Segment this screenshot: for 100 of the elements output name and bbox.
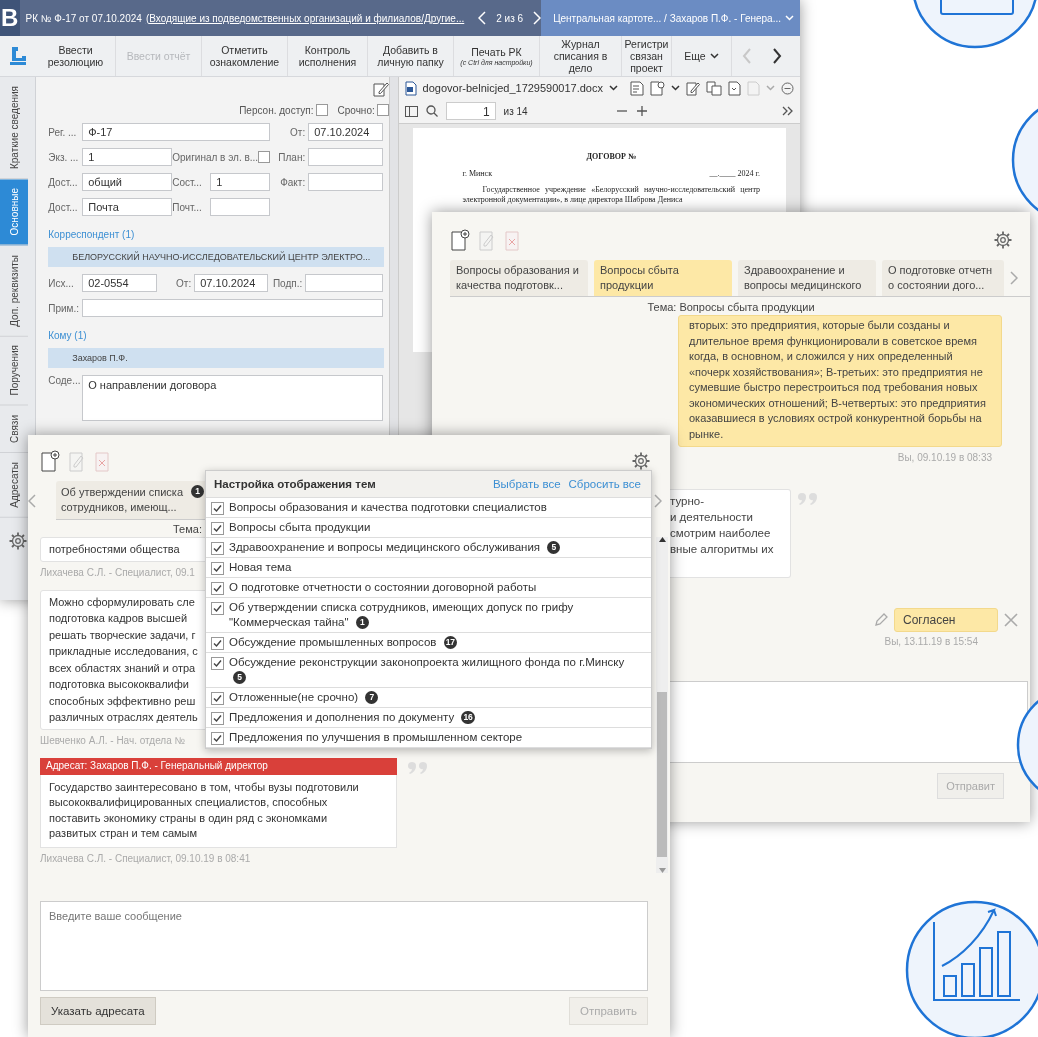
addressee-button[interactable]: Указать адресата — [40, 997, 156, 1025]
menu-button[interactable]: Еще — [672, 36, 732, 76]
topic-option[interactable]: Об утверждении списка сотрудников, имеющих допуск по грифу "Коммерческая тайна" 1 — [229, 600, 643, 630]
topic-option[interactable]: Новая тема — [229, 560, 292, 575]
toolbar-button[interactable]: Ввести резолюцию — [36, 36, 116, 76]
settings-icon[interactable] — [8, 531, 27, 550]
topic-option[interactable]: Предложения по улучшения в промышленном секторе — [229, 730, 523, 745]
text-field[interactable]: 02-0554 — [82, 274, 158, 292]
double-chevron-icon[interactable] — [782, 106, 794, 116]
topic-tab[interactable]: Здравоохранение и вопросы медицинского — [738, 260, 876, 296]
text-field[interactable]: 07.10.2024 — [308, 123, 384, 141]
checkbox[interactable] — [211, 692, 224, 705]
topic-tab[interactable]: О подготовке отчетн о состоянии дого... — [882, 260, 1004, 296]
field-label: Сост... — [172, 176, 203, 188]
message-bubble: вторых: это предприятия, которые были созданы и длительное время функционировали в советское время когда, в основном, и сложился у них определенный «почерк хозяйствования»; В-третьих: это предприятия не сумевшие быстро перестроиться под требования новых экономических отношений; В-четвертых: это предприятия оказавшиеся в условиях острой конкурентной борьбы на рынке. — [678, 315, 1002, 447]
topic-option[interactable]: Предложения и дополнения по документу 16 — [229, 710, 475, 725]
checkbox[interactable] — [211, 542, 224, 555]
topic-option[interactable]: Обсуждение промышленных вопросов 17 — [229, 635, 458, 650]
new-document-icon[interactable] — [40, 450, 60, 472]
checkbox[interactable] — [211, 602, 224, 615]
topic-option[interactable]: Здравоохранение и вопросы медицинского обслуживания 5 — [229, 540, 561, 555]
checkbox[interactable] — [211, 502, 224, 515]
checkbox[interactable] — [258, 151, 271, 163]
topic-tab[interactable]: Вопросы образования и качества подготовк... — [450, 260, 588, 296]
checkbox[interactable] — [211, 732, 224, 745]
topic-tab[interactable]: Вопросы сбыта продукции — [594, 260, 732, 296]
settings-icon[interactable] — [632, 452, 650, 470]
text-area[interactable]: О направлении договора — [82, 375, 384, 421]
message-text: Можно сформулировать сле подготовка кадров высшей решать творческие задачи, г прикладные исследования, с всех областях знаний и отра подготовка высококвалифи способных эффективно реш различных отраслях деятель — [49, 594, 198, 725]
topic-label: Тема: Вопросы сбыта продукции — [647, 301, 815, 313]
zoom-in-icon[interactable] — [635, 105, 648, 117]
count-badge: 17 — [443, 636, 458, 650]
text-field[interactable]: 1 — [82, 148, 173, 166]
caret-icon[interactable] — [609, 85, 618, 91]
chevron-right-icon — [772, 48, 782, 64]
topic-option[interactable]: Вопросы образования и качества подготовки специалистов — [229, 500, 547, 515]
page-icon[interactable] — [728, 80, 741, 96]
toolbar-button[interactable]: Журнал списания в дело — [540, 36, 622, 76]
message-field[interactable]: Введите ваше сообщение — [40, 901, 648, 991]
topic-option[interactable]: О подготовке отчетности о состоянии договорной работы — [229, 580, 537, 595]
message-text: потребностями общества — [49, 542, 180, 557]
side-tab[interactable]: Поручения — [0, 336, 28, 406]
settings-icon[interactable] — [994, 231, 1012, 249]
edit-icon[interactable] — [686, 80, 700, 96]
field-label: Факт: — [279, 176, 307, 188]
addressee-header: Адресат: Захаров П.Ф. - Генеральный директор — [40, 757, 397, 775]
field-label: Рег. ... — [48, 126, 78, 138]
caret-icon[interactable] — [671, 85, 680, 91]
topic-tab[interactable]: Об утверждении списка сотрудников, имеющ... 1 — [56, 481, 208, 519]
minus-circle-icon[interactable] — [781, 81, 794, 95]
field-label: Почт... — [172, 201, 203, 213]
topic-option[interactable]: Вопросы сбыта продукции — [229, 520, 371, 535]
field-label: Дост... — [48, 176, 79, 188]
checkbox[interactable] — [211, 712, 224, 725]
category-link[interactable]: (Входящие из подведомственных организаций и филиалов/Другие... — [145, 12, 465, 24]
checkbox[interactable] — [211, 562, 224, 575]
caret-icon[interactable] — [709, 53, 719, 59]
text-field[interactable]: общий — [82, 173, 173, 191]
toolbar-button[interactable]: Добавить в личную папку — [368, 36, 454, 76]
document-heading: ДОГОВОР № — [585, 152, 637, 161]
breadcrumb-text: Центральная картоте... / Захаров П.Ф. - Генера... — [553, 12, 781, 24]
new-page-icon[interactable] — [650, 80, 665, 96]
count-badge: 16 — [461, 711, 475, 725]
side-tab[interactable]: Основные — [0, 179, 28, 246]
text-field[interactable]: Ф-17 — [82, 123, 271, 141]
topic-option[interactable]: Отложенные(не срочно) 7 — [229, 690, 379, 705]
list-row[interactable]: БЕЛОРУССКИЙ НАУЧНО-ИССЛЕДОВАТЕЛЬСКИЙ ЦЕНТР ЭЛЕКТРО... — [48, 247, 385, 267]
checkbox[interactable] — [315, 104, 328, 116]
toolbar-button[interactable]: Контроль исполнения — [288, 36, 368, 76]
toolbar-button[interactable]: Отметить ознакомление — [202, 36, 288, 76]
text-field[interactable] — [308, 148, 384, 166]
checkbox[interactable] — [376, 104, 389, 116]
text-field[interactable] — [82, 299, 384, 317]
text-field[interactable] — [210, 198, 271, 216]
docx-file-icon — [404, 80, 417, 96]
message-bubble: турно- и деятельности смотрим наиболее вные алгоритмы их — [670, 489, 791, 578]
checkbox[interactable] — [211, 657, 224, 670]
side-tab[interactable]: Краткие сведения — [0, 77, 28, 180]
text-field[interactable]: 1 — [210, 173, 271, 191]
new-document-icon[interactable] — [450, 229, 470, 251]
list-row[interactable]: Захаров П.Ф. — [48, 348, 385, 368]
scrollbar[interactable] — [656, 537, 668, 873]
search-icon[interactable] — [425, 105, 438, 117]
side-tab[interactable]: Доп. реквизиты — [0, 245, 28, 337]
topic-option[interactable]: Обсуждение реконструкции законопроекта жилищного фонда по г.Минску 5 — [229, 655, 643, 685]
text-field[interactable]: 07.10.2024 — [194, 274, 269, 292]
checkbox[interactable] — [211, 582, 224, 595]
text-field[interactable]: Почта — [82, 198, 173, 216]
checkbox[interactable] — [211, 522, 224, 535]
copy-icon[interactable] — [706, 80, 722, 96]
scroll-up-icon[interactable] — [658, 537, 666, 542]
page-settings-icon[interactable] — [630, 80, 644, 96]
edit-icon[interactable] — [372, 81, 389, 97]
message-author: Лихачева С.Л. - Специалист, 09.1 — [40, 566, 195, 578]
checkbox[interactable] — [211, 637, 224, 650]
page-number-field[interactable]: 1 — [445, 102, 496, 120]
text-field[interactable] — [305, 274, 384, 292]
text-field[interactable] — [308, 173, 384, 191]
sidebar-icon[interactable] — [404, 105, 418, 117]
toolbar-button[interactable]: Регистри связан проект — [622, 36, 672, 76]
